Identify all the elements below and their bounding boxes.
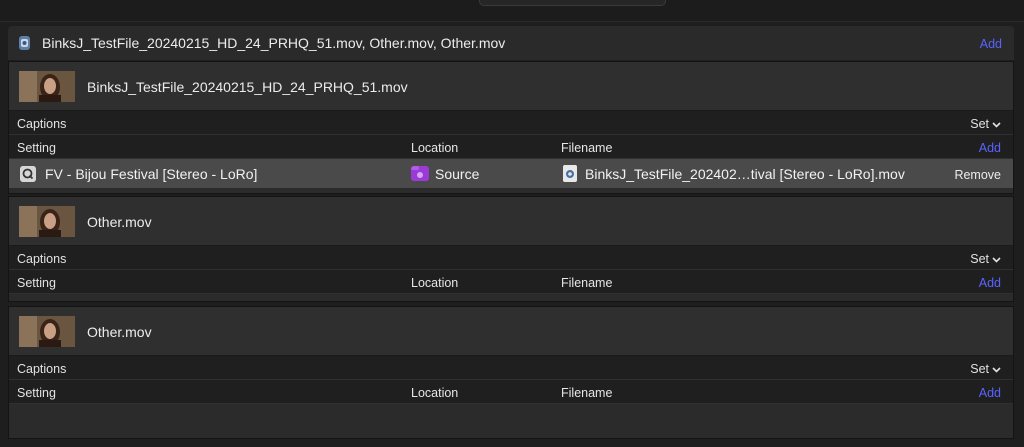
output-setting: FV - Bijou Festival [Stereo - LoRo]: [45, 166, 258, 182]
job-header: BinksJ_TestFile_20240215_HD_24_PRHQ_51.m…: [8, 26, 1014, 60]
clip-name: Other.mov: [87, 214, 152, 230]
column-location: Location: [411, 276, 459, 290]
output-row[interactable]: FV - Bijou Festival [Stereo - LoRo] Sour…: [9, 159, 1013, 188]
set-label: Set: [970, 362, 989, 376]
captions-row: Captions Set: [9, 356, 1013, 380]
output-filename[interactable]: BinksJ_TestFile_202402…tival [Stereo - L…: [585, 166, 905, 182]
column-filename: Filename: [561, 386, 613, 400]
clip-header: Other.mov: [9, 197, 1013, 246]
clip-name: BinksJ_TestFile_20240215_HD_24_PRHQ_51.m…: [87, 79, 408, 95]
clip-panel: Other.mov Captions Set Setting Location …: [8, 196, 1014, 302]
set-menu-button[interactable]: Set: [970, 117, 1001, 131]
clip-name: Other.mov: [87, 324, 152, 340]
clip-header: BinksJ_TestFile_20240215_HD_24_PRHQ_51.m…: [9, 62, 1013, 111]
column-setting: Setting: [17, 386, 56, 400]
chevron-down-icon: [992, 367, 1001, 373]
movie-file-icon: [563, 165, 577, 182]
captions-row: Captions Set: [9, 111, 1013, 135]
chevron-down-icon: [992, 122, 1001, 128]
output-column-header: Setting Location Filename Add: [9, 380, 1013, 404]
clip-panel: Other.mov Captions Set Setting Location …: [8, 306, 1014, 412]
column-setting: Setting: [17, 276, 56, 290]
set-menu-button[interactable]: Set: [970, 362, 1001, 376]
remove-output-button[interactable]: Remove: [954, 168, 1001, 182]
column-location: Location: [411, 141, 459, 155]
toolbar-field[interactable]: [479, 0, 666, 6]
quicktime-icon: [20, 166, 36, 182]
compressor-job-icon: [19, 36, 30, 50]
batch-footer: [8, 411, 1014, 439]
column-filename: Filename: [561, 276, 613, 290]
add-output-button[interactable]: Add: [979, 141, 1001, 155]
column-location: Location: [411, 386, 459, 400]
source-folder-icon: [411, 166, 429, 181]
captions-label: Captions: [17, 252, 67, 266]
output-location[interactable]: Source: [435, 166, 479, 182]
output-column-header: Setting Location Filename Add: [9, 270, 1013, 294]
set-menu-button[interactable]: Set: [970, 252, 1001, 266]
output-column-header: Setting Location Filename Add: [9, 135, 1013, 159]
captions-label: Captions: [17, 362, 67, 376]
clip-thumbnail: [19, 316, 75, 347]
column-setting: Setting: [17, 141, 56, 155]
set-label: Set: [970, 117, 989, 131]
clip-header: Other.mov: [9, 307, 1013, 356]
column-filename: Filename: [561, 141, 613, 155]
chevron-down-icon: [992, 257, 1001, 263]
top-toolbar-strip: [0, 0, 1024, 22]
set-label: Set: [970, 252, 989, 266]
captions-row: Captions Set: [9, 246, 1013, 270]
captions-label: Captions: [17, 117, 67, 131]
clip-panel: BinksJ_TestFile_20240215_HD_24_PRHQ_51.m…: [8, 61, 1014, 194]
clip-thumbnail: [19, 71, 75, 102]
add-output-button[interactable]: Add: [979, 276, 1001, 290]
job-title: BinksJ_TestFile_20240215_HD_24_PRHQ_51.m…: [42, 35, 506, 51]
add-output-button[interactable]: Add: [979, 386, 1001, 400]
clip-thumbnail: [19, 206, 75, 237]
job-add-button[interactable]: Add: [980, 37, 1002, 51]
